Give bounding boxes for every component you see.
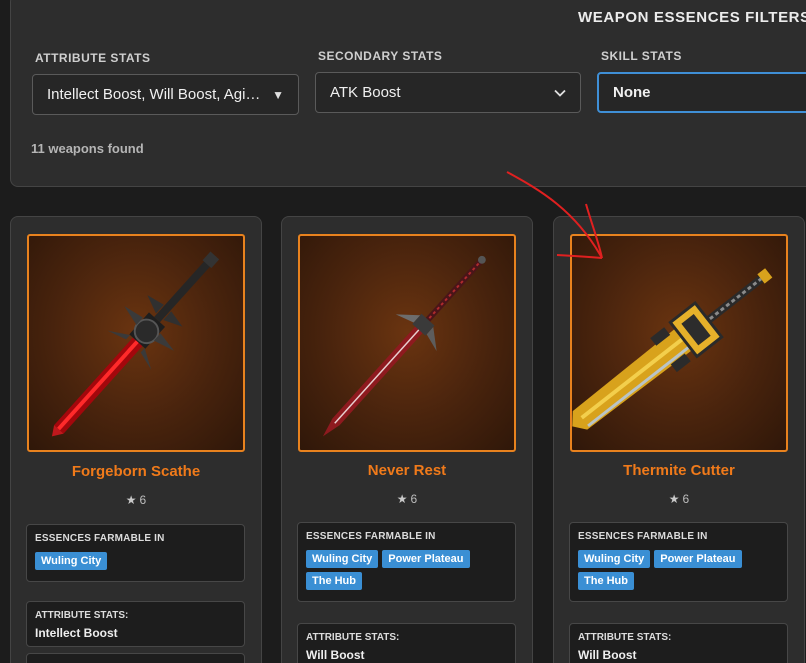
location-chip[interactable]: Power Plateau — [382, 550, 470, 568]
attribute-stats-box: ATTRIBUTE STATS: Intellect Boost — [26, 601, 245, 647]
skill-stats-value: None — [613, 84, 651, 101]
attribute-stats-value: Will Boost — [578, 648, 637, 662]
attribute-stats-select[interactable]: Intellect Boost, Will Boost, Agi… ▼ — [32, 74, 299, 115]
location-chip[interactable]: Wuling City — [306, 550, 379, 568]
attribute-stats-value: Will Boost — [306, 648, 365, 662]
weapon-card-forgeborn-scathe[interactable]: Forgeborn Scathe ★ 6 ESSENCES FARMABLE IN… — [10, 216, 262, 663]
secondary-stats-value: ATK Boost — [330, 84, 401, 101]
rarity-rating: ★ 6 — [282, 492, 532, 506]
location-chip[interactable]: Wuling City — [578, 550, 651, 568]
results-count: 11 weapons found — [31, 141, 144, 156]
star-icon: ★ — [668, 492, 680, 506]
attribute-stats-value: Intellect Boost — [35, 626, 118, 640]
location-chip[interactable]: Wuling City — [35, 552, 108, 570]
skill-stats-label: SKILL STATS — [601, 49, 682, 63]
location-chip[interactable]: The Hub — [306, 572, 362, 590]
secondary-stats-label: SECONDARY STATS — [318, 49, 443, 63]
farmable-locations-box: ESSENCES FARMABLE IN Wuling City Power P… — [297, 522, 516, 602]
weapon-image-never-rest — [298, 234, 516, 452]
weapon-name: Never Rest — [367, 462, 447, 479]
attribute-stats-heading: ATTRIBUTE STATS: — [306, 632, 400, 643]
weapon-image-forgeborn-scathe — [27, 234, 245, 452]
filters-panel: WEAPON ESSENCES FILTERS ATTRIBUTE STATS … — [10, 0, 806, 187]
secondary-stats-select[interactable]: ATK Boost — [315, 72, 581, 113]
star-icon: ★ — [396, 492, 408, 506]
chevron-down-icon — [550, 86, 566, 100]
farmable-title: ESSENCES FARMABLE IN — [306, 531, 436, 542]
secondary-stats-box — [26, 653, 245, 663]
attribute-stats-value: Intellect Boost, Will Boost, Agi… — [47, 86, 261, 103]
attribute-stats-box: ATTRIBUTE STATS: Will Boost — [569, 623, 788, 663]
filters-title: WEAPON ESSENCES FILTERS — [578, 9, 806, 26]
star-icon: ★ — [125, 493, 137, 507]
weapon-image-thermite-cutter — [570, 234, 788, 452]
location-chip[interactable]: Power Plateau — [654, 550, 742, 568]
attribute-stats-heading: ATTRIBUTE STATS: — [578, 632, 672, 643]
rarity-value: 6 — [682, 492, 690, 506]
rarity-value: 6 — [410, 492, 418, 506]
farmable-title: ESSENCES FARMABLE IN — [578, 531, 708, 542]
skill-stats-select[interactable]: None — [597, 72, 806, 113]
attribute-stats-label: ATTRIBUTE STATS — [35, 51, 151, 65]
weapon-name: Thermite Cutter — [623, 462, 735, 479]
location-chip[interactable]: The Hub — [578, 572, 634, 590]
rarity-rating: ★ 6 — [554, 492, 804, 506]
weapon-name: Forgeborn Scathe — [71, 463, 201, 480]
farmable-locations-box: ESSENCES FARMABLE IN Wuling City — [26, 524, 245, 582]
weapon-card-never-rest[interactable]: Never Rest ★ 6 ESSENCES FARMABLE IN Wulin… — [281, 216, 533, 663]
triangle-down-icon: ▼ — [272, 87, 284, 102]
attribute-stats-heading: ATTRIBUTE STATS: — [35, 610, 129, 621]
rarity-value: 6 — [139, 493, 147, 507]
weapon-card-thermite-cutter[interactable]: Thermite Cutter ★ 6 ESSENCES FARMABLE IN … — [553, 216, 805, 663]
farmable-locations-box: ESSENCES FARMABLE IN Wuling City Power P… — [569, 522, 788, 602]
rarity-rating: ★ 6 — [11, 493, 261, 507]
farmable-title: ESSENCES FARMABLE IN — [35, 533, 165, 544]
attribute-stats-box: ATTRIBUTE STATS: Will Boost — [297, 623, 516, 663]
